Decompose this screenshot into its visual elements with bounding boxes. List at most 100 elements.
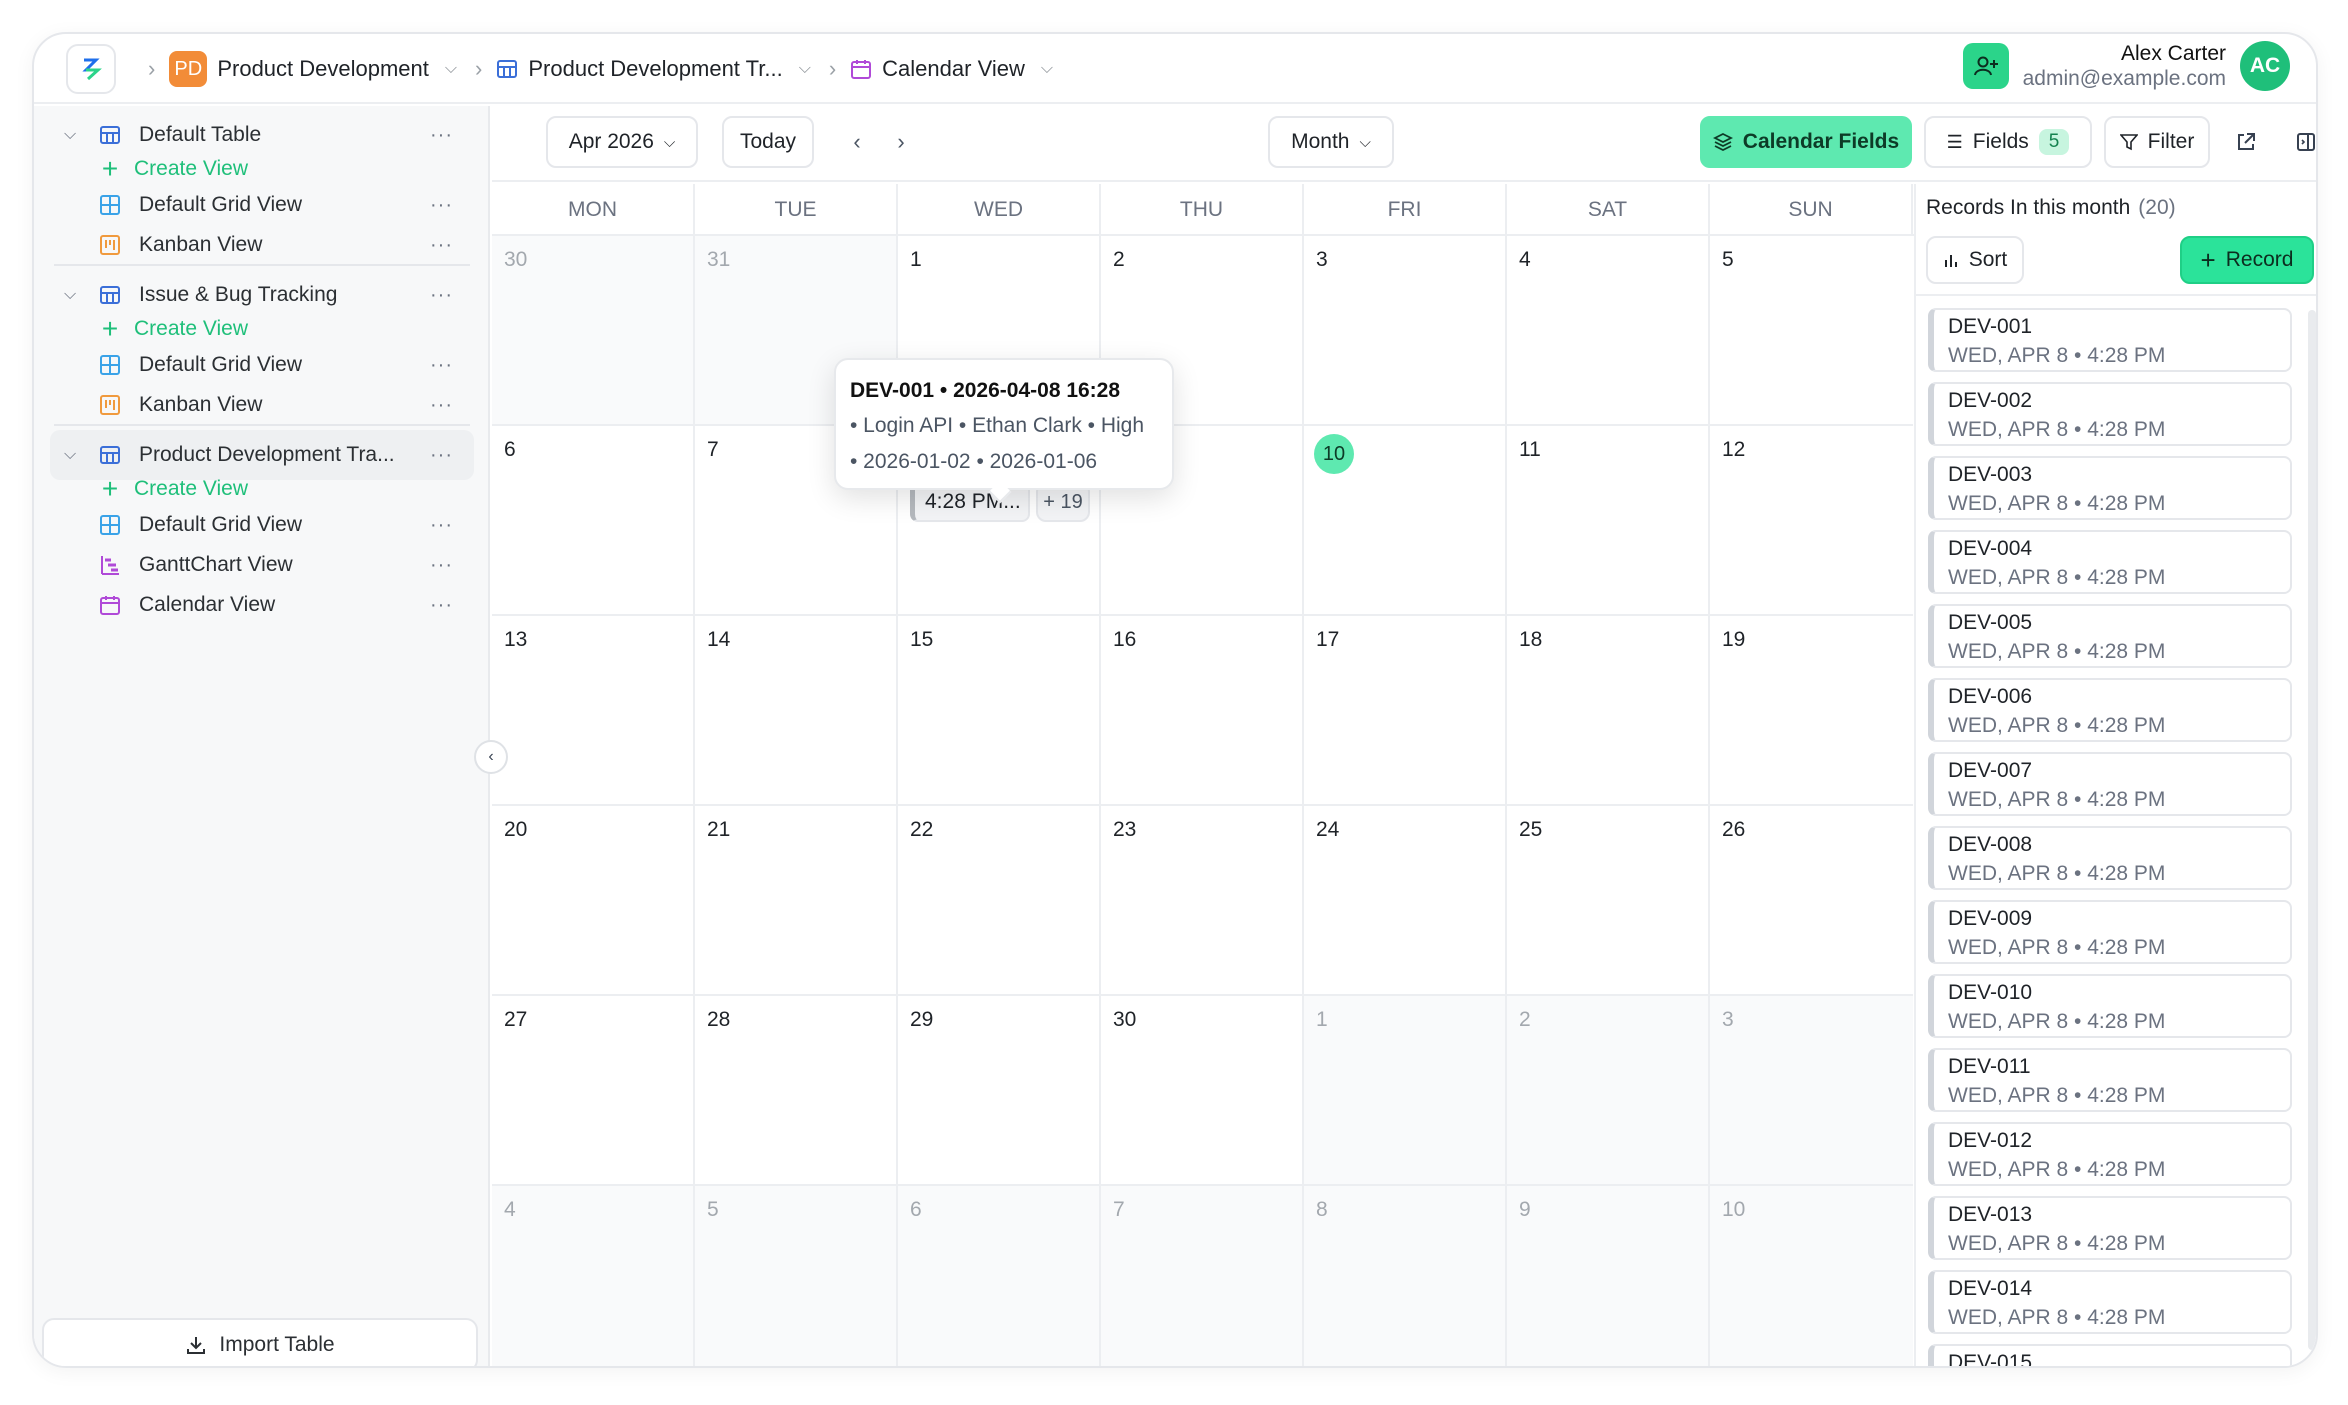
day-number: 23 bbox=[1113, 818, 1137, 841]
calendar-day-cell[interactable]: 3 bbox=[1304, 236, 1507, 426]
more-options-icon[interactable]: ··· bbox=[430, 514, 453, 537]
sort-button[interactable]: Sort bbox=[1926, 236, 2024, 284]
calendar-day-cell[interactable]: 10 bbox=[1304, 426, 1507, 616]
create-view-label: Create View bbox=[134, 317, 249, 340]
calendar-day-cell[interactable]: 7 bbox=[1101, 1186, 1304, 1366]
calendar-day-cell[interactable]: 9 bbox=[1507, 1186, 1710, 1366]
calendar-day-cell[interactable]: 24 bbox=[1304, 806, 1507, 996]
calendar-day-cell[interactable]: 1 bbox=[1304, 996, 1507, 1186]
chevron-down-icon[interactable]: ⌵ bbox=[64, 126, 76, 144]
more-options-icon[interactable]: ··· bbox=[430, 194, 453, 217]
calendar-day-cell[interactable]: 21 bbox=[695, 806, 898, 996]
breadcrumb-workspace[interactable]: PD Product Development ⌵ bbox=[169, 51, 457, 87]
calendar-day-cell[interactable]: 8 bbox=[1304, 1186, 1507, 1366]
more-options-icon[interactable]: ··· bbox=[430, 554, 453, 577]
calendar-day-cell[interactable]: 12 bbox=[1710, 426, 1913, 616]
import-table-button[interactable]: Import Table bbox=[42, 1318, 478, 1366]
calendar-day-cell[interactable]: 30 bbox=[492, 236, 695, 426]
breadcrumb-table[interactable]: Product Development Tr... ⌵ bbox=[496, 56, 811, 82]
sidebar-view-item[interactable]: Kanban View ··· bbox=[34, 220, 490, 270]
today-button[interactable]: Today bbox=[722, 116, 814, 168]
calendar-month-grid: MONTUEWEDTHUFRISATSUN 3031123456784:28 P… bbox=[492, 184, 1914, 1366]
calendar-day-cell[interactable]: 6 bbox=[492, 426, 695, 616]
weekday-wed: WED bbox=[898, 184, 1101, 234]
chevron-down-icon[interactable]: ⌵ bbox=[64, 286, 76, 304]
next-month-button[interactable]: › bbox=[886, 116, 916, 168]
day-number: 1 bbox=[910, 248, 922, 271]
calendar-day-cell[interactable]: 30 bbox=[1101, 996, 1304, 1186]
calendar-fields-button[interactable]: Calendar Fields bbox=[1700, 116, 1912, 168]
calendar-day-cell[interactable]: 5 bbox=[1710, 236, 1913, 426]
more-options-icon[interactable]: ··· bbox=[430, 594, 453, 617]
add-record-button[interactable]: + Record bbox=[2180, 236, 2314, 284]
weekday-sun: SUN bbox=[1710, 184, 1913, 234]
breadcrumb-view[interactable]: Calendar View ⌵ bbox=[850, 56, 1053, 82]
record-card[interactable]: DEV-004 WED, APR 8 • 4:28 PM bbox=[1928, 530, 2292, 594]
app-logo-button[interactable] bbox=[66, 44, 116, 94]
calendar-day-cell[interactable]: 4 bbox=[1507, 236, 1710, 426]
record-card[interactable]: DEV-008 WED, APR 8 • 4:28 PM bbox=[1928, 826, 2292, 890]
record-card[interactable]: DEV-006 WED, APR 8 • 4:28 PM bbox=[1928, 678, 2292, 742]
calendar-day-cell[interactable]: 15 bbox=[898, 616, 1101, 806]
record-time: WED, APR 8 • 4:28 PM bbox=[1948, 1010, 2166, 1033]
calendar-day-cell[interactable]: 13 bbox=[492, 616, 695, 806]
chevron-down-icon[interactable]: ⌵ bbox=[64, 446, 76, 464]
fields-button[interactable]: ☰ Fields 5 bbox=[1924, 116, 2092, 168]
avatar[interactable]: AC bbox=[2240, 41, 2290, 91]
calendar-day-cell[interactable]: 29 bbox=[898, 996, 1101, 1186]
day-number: 5 bbox=[1722, 248, 1734, 271]
grid-icon bbox=[98, 513, 122, 537]
record-card[interactable]: DEV-011 WED, APR 8 • 4:28 PM bbox=[1928, 1048, 2292, 1112]
record-card[interactable]: DEV-009 WED, APR 8 • 4:28 PM bbox=[1928, 900, 2292, 964]
toggle-panel-button[interactable] bbox=[2286, 116, 2316, 168]
record-card[interactable]: DEV-002 WED, APR 8 • 4:28 PM bbox=[1928, 382, 2292, 446]
record-id: DEV-014 bbox=[1948, 1277, 2033, 1300]
records-scrollbar[interactable] bbox=[2308, 310, 2316, 1350]
day-number: 4 bbox=[1519, 248, 1531, 271]
calendar-day-cell[interactable]: 2 bbox=[1507, 996, 1710, 1186]
weekday-header: MON TUE WED THU FRI SAT SUN bbox=[492, 184, 1914, 236]
sidebar-view-item[interactable]: Calendar View ··· bbox=[34, 580, 490, 630]
more-options-icon[interactable]: ··· bbox=[430, 234, 453, 257]
calendar-day-cell[interactable]: 22 bbox=[898, 806, 1101, 996]
calendar-day-cell[interactable]: 10 bbox=[1710, 1186, 1913, 1366]
invite-user-button[interactable] bbox=[1962, 43, 2009, 89]
list-icon: ☰ bbox=[1946, 131, 1963, 152]
record-card[interactable]: DEV-003 WED, APR 8 • 4:28 PM bbox=[1928, 456, 2292, 520]
calendar-day-cell[interactable]: 20 bbox=[492, 806, 695, 996]
record-card[interactable]: DEV-013 WED, APR 8 • 4:28 PM bbox=[1928, 1196, 2292, 1260]
sidebar-view-item[interactable]: Kanban View ··· bbox=[34, 380, 490, 430]
record-card[interactable]: DEV-010 WED, APR 8 • 4:28 PM bbox=[1928, 974, 2292, 1038]
calendar-day-cell[interactable]: 18 bbox=[1507, 616, 1710, 806]
calendar-day-cell[interactable]: 26 bbox=[1710, 806, 1913, 996]
calendar-day-cell[interactable]: 27 bbox=[492, 996, 695, 1186]
day-number: 19 bbox=[1722, 628, 1746, 651]
calendar-day-cell[interactable]: 28 bbox=[695, 996, 898, 1186]
calendar-day-cell[interactable]: 6 bbox=[898, 1186, 1101, 1366]
open-external-button[interactable] bbox=[2226, 116, 2266, 168]
calendar-day-cell[interactable]: 4 bbox=[492, 1186, 695, 1366]
calendar-day-cell[interactable]: 5 bbox=[695, 1186, 898, 1366]
filter-button[interactable]: Filter bbox=[2104, 116, 2210, 168]
record-card[interactable]: DEV-005 WED, APR 8 • 4:28 PM bbox=[1928, 604, 2292, 668]
calendar-day-cell[interactable]: 19 bbox=[1710, 616, 1913, 806]
calendar-day-cell[interactable]: 25 bbox=[1507, 806, 1710, 996]
more-options-icon[interactable]: ··· bbox=[430, 394, 453, 417]
collapse-sidebar-button[interactable]: ‹ bbox=[474, 740, 508, 774]
calendar-day-cell[interactable]: 14 bbox=[695, 616, 898, 806]
previous-month-button[interactable]: ‹ bbox=[842, 116, 872, 168]
record-card[interactable]: DEV-014 WED, APR 8 • 4:28 PM bbox=[1928, 1270, 2292, 1334]
calendar-day-cell[interactable]: 16 bbox=[1101, 616, 1304, 806]
more-options-icon[interactable]: ··· bbox=[430, 354, 453, 377]
calendar-day-cell[interactable]: 17 bbox=[1304, 616, 1507, 806]
record-card[interactable]: DEV-015 bbox=[1928, 1344, 2292, 1366]
month-picker[interactable]: Apr 2026 ⌵ bbox=[546, 116, 698, 168]
calendar-day-cell[interactable]: 3 bbox=[1710, 996, 1913, 1186]
plus-icon: + bbox=[101, 473, 119, 504]
record-card[interactable]: DEV-007 WED, APR 8 • 4:28 PM bbox=[1928, 752, 2292, 816]
calendar-day-cell[interactable]: 23 bbox=[1101, 806, 1304, 996]
record-card[interactable]: DEV-012 WED, APR 8 • 4:28 PM bbox=[1928, 1122, 2292, 1186]
view-mode-select[interactable]: Month ⌵ bbox=[1268, 116, 1394, 168]
record-card[interactable]: DEV-001 WED, APR 8 • 4:28 PM bbox=[1928, 308, 2292, 372]
calendar-day-cell[interactable]: 11 bbox=[1507, 426, 1710, 616]
